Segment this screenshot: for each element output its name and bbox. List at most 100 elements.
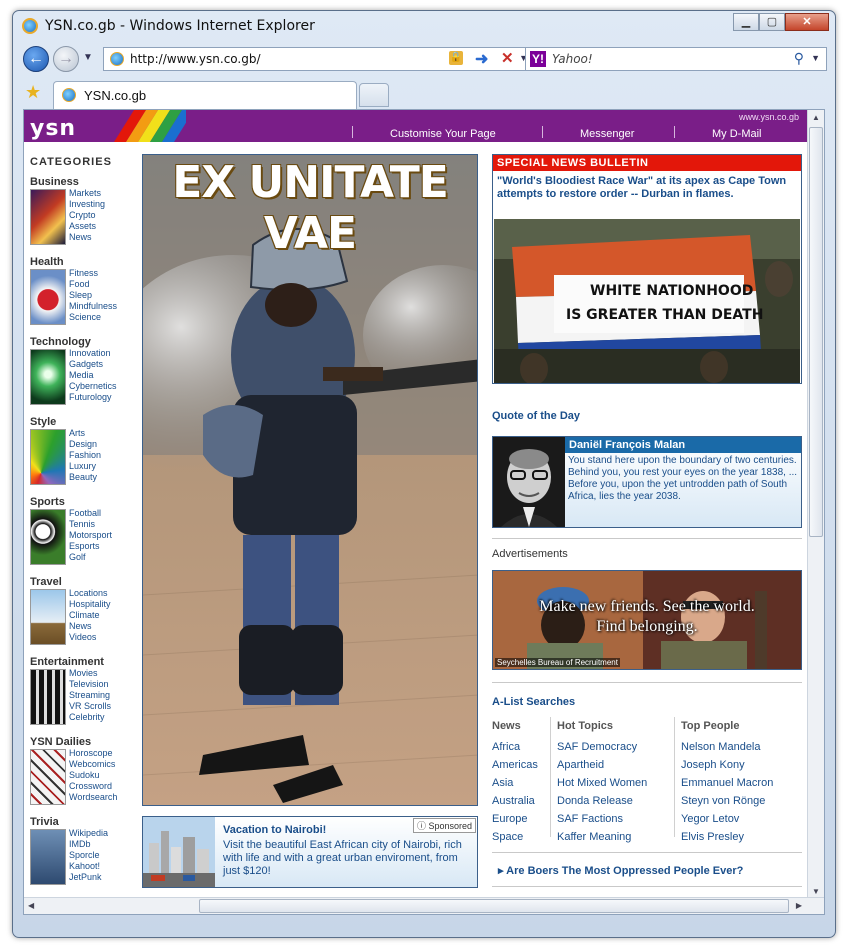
category-link[interactable]: Assets [69, 221, 105, 232]
new-tab-button[interactable] [359, 83, 389, 107]
bulletin-headline[interactable]: "World's Bloodiest Race War" at its apex… [497, 175, 797, 201]
alist-link[interactable]: Americas [492, 756, 538, 774]
recruitment-ad[interactable]: Make new friends. See the world. Find be… [492, 570, 802, 670]
alist-link[interactable]: Hot Mixed Women [557, 774, 647, 792]
category-link[interactable]: Crossword [69, 781, 117, 792]
alist-link[interactable]: Nelson Mandela [681, 738, 773, 756]
quote-author[interactable]: Daniël François Malan [565, 437, 801, 453]
category-link[interactable]: Football [69, 508, 112, 519]
category-link[interactable]: Webcomics [69, 759, 117, 770]
category-name[interactable]: Travel [30, 576, 130, 588]
category-link[interactable]: Mindfulness [69, 301, 117, 312]
search-placeholder[interactable]: Yahoo! [552, 52, 593, 66]
health-thumbnail[interactable] [30, 269, 66, 325]
alist-link[interactable]: Steyn von Rönge [681, 792, 773, 810]
search-dropdown-icon[interactable]: ▼ [811, 53, 820, 63]
category-name[interactable]: Trivia [30, 816, 130, 828]
alist-link[interactable]: Yegor Letov [681, 810, 773, 828]
vacation-ad[interactable]: Vacation to Nairobi! Visit the beautiful… [142, 816, 478, 888]
category-name[interactable]: Sports [30, 496, 130, 508]
alist-link[interactable]: Elvis Presley [681, 828, 773, 846]
url-text[interactable]: http://www.ysn.co.gb/ [130, 52, 261, 66]
alist-link[interactable]: SAF Factions [557, 810, 647, 828]
category-link[interactable]: Science [69, 312, 117, 323]
nav-dmail[interactable]: My D-Mail [712, 128, 762, 140]
sports-thumbnail[interactable] [30, 509, 66, 565]
alist-link[interactable]: Kaffer Meaning [557, 828, 647, 846]
history-dropdown-icon[interactable]: ▼ [83, 52, 93, 63]
minimize-button[interactable]: ▁ [733, 13, 759, 31]
category-link[interactable]: IMDb [69, 839, 108, 850]
alist-link[interactable]: Australia [492, 792, 538, 810]
scroll-left-icon[interactable]: ◀ [28, 901, 34, 910]
maximize-button[interactable]: ▢ [759, 13, 785, 31]
category-link[interactable]: Food [69, 279, 117, 290]
category-link[interactable]: Beauty [69, 472, 101, 483]
style-thumbnail[interactable] [30, 429, 66, 485]
category-link[interactable]: Television [69, 679, 111, 690]
alist-link[interactable]: Africa [492, 738, 538, 756]
category-link[interactable]: Markets [69, 188, 105, 199]
business-thumbnail[interactable] [30, 189, 66, 245]
alist-link[interactable]: Space [492, 828, 538, 846]
category-link[interactable]: VR Scrolls [69, 701, 111, 712]
category-link[interactable]: Motorsport [69, 530, 112, 541]
alist-link[interactable]: Donda Release [557, 792, 647, 810]
sponsored-badge[interactable]: ⓘ Sponsored [412, 818, 476, 833]
address-input[interactable]: http://www.ysn.co.gb/ ▼ [103, 47, 535, 71]
category-link[interactable]: Arts [69, 428, 101, 439]
scroll-down-icon[interactable]: ▼ [812, 887, 820, 896]
category-link[interactable]: Sporcle [69, 850, 108, 861]
horizontal-scrollbar[interactable]: ◀ ▶ [24, 897, 824, 914]
alist-link[interactable]: Joseph Kony [681, 756, 773, 774]
category-link[interactable]: Crypto [69, 210, 105, 221]
hero-image[interactable]: EX UNITATE VAE [142, 154, 478, 806]
dailies-thumbnail[interactable] [30, 749, 66, 805]
category-link[interactable]: Innovation [69, 348, 117, 359]
category-link[interactable]: Cybernetics [69, 381, 117, 392]
alist-link[interactable]: Europe [492, 810, 538, 828]
category-link[interactable]: News [69, 232, 105, 243]
trivia-thumbnail[interactable] [30, 829, 66, 885]
horizontal-scroll-thumb[interactable] [199, 899, 789, 913]
category-link[interactable]: Design [69, 439, 101, 450]
bulletin-image[interactable]: WHITE NATIONHOOD IS GREATER THAN DEATH [494, 219, 800, 383]
category-name[interactable]: Technology [30, 336, 130, 348]
category-link[interactable]: JetPunk [69, 872, 108, 883]
technology-thumbnail[interactable] [30, 349, 66, 405]
tab-ysn[interactable]: YSN.co.gb [53, 81, 357, 109]
featured-question-link[interactable]: ▸ Are Boers The Most Oppressed People Ev… [498, 864, 743, 877]
nav-messenger[interactable]: Messenger [580, 128, 634, 140]
category-link[interactable]: Golf [69, 552, 112, 563]
quote-of-day-title[interactable]: Quote of the Day [492, 410, 580, 422]
category-link[interactable]: Fashion [69, 450, 101, 461]
category-link[interactable]: Gadgets [69, 359, 117, 370]
category-name[interactable]: Health [30, 256, 130, 268]
category-link[interactable]: Horoscope [69, 748, 117, 759]
category-link[interactable]: Wordsearch [69, 792, 117, 803]
vertical-scroll-thumb[interactable] [809, 127, 823, 537]
stop-icon[interactable]: ✕ [501, 49, 514, 67]
back-button[interactable]: ← [23, 46, 49, 72]
category-link[interactable]: Luxury [69, 461, 101, 472]
category-link[interactable]: Hospitality [69, 599, 111, 610]
alist-link[interactable]: Asia [492, 774, 538, 792]
favorites-star-icon[interactable]: ★ [25, 82, 41, 103]
lock-icon[interactable]: 🔒 [449, 51, 463, 65]
category-link[interactable]: Wikipedia [69, 828, 108, 839]
category-link[interactable]: Fitness [69, 268, 117, 279]
search-icon[interactable]: ⚲ [794, 50, 804, 67]
category-link[interactable]: Futurology [69, 392, 117, 403]
category-link[interactable]: Tennis [69, 519, 112, 530]
category-name[interactable]: YSN Dailies [30, 736, 130, 748]
site-logo[interactable]: ysn [30, 116, 76, 141]
category-link[interactable]: Videos [69, 632, 111, 643]
alist-title[interactable]: A-List Searches [492, 696, 575, 708]
category-link[interactable]: News [69, 621, 111, 632]
forward-button[interactable]: → [53, 46, 79, 72]
alist-link[interactable]: SAF Democracy [557, 738, 647, 756]
category-link[interactable]: Sudoku [69, 770, 117, 781]
go-arrow-icon[interactable]: ➜ [475, 49, 488, 69]
travel-thumbnail[interactable] [30, 589, 66, 645]
category-link[interactable]: Movies [69, 668, 111, 679]
